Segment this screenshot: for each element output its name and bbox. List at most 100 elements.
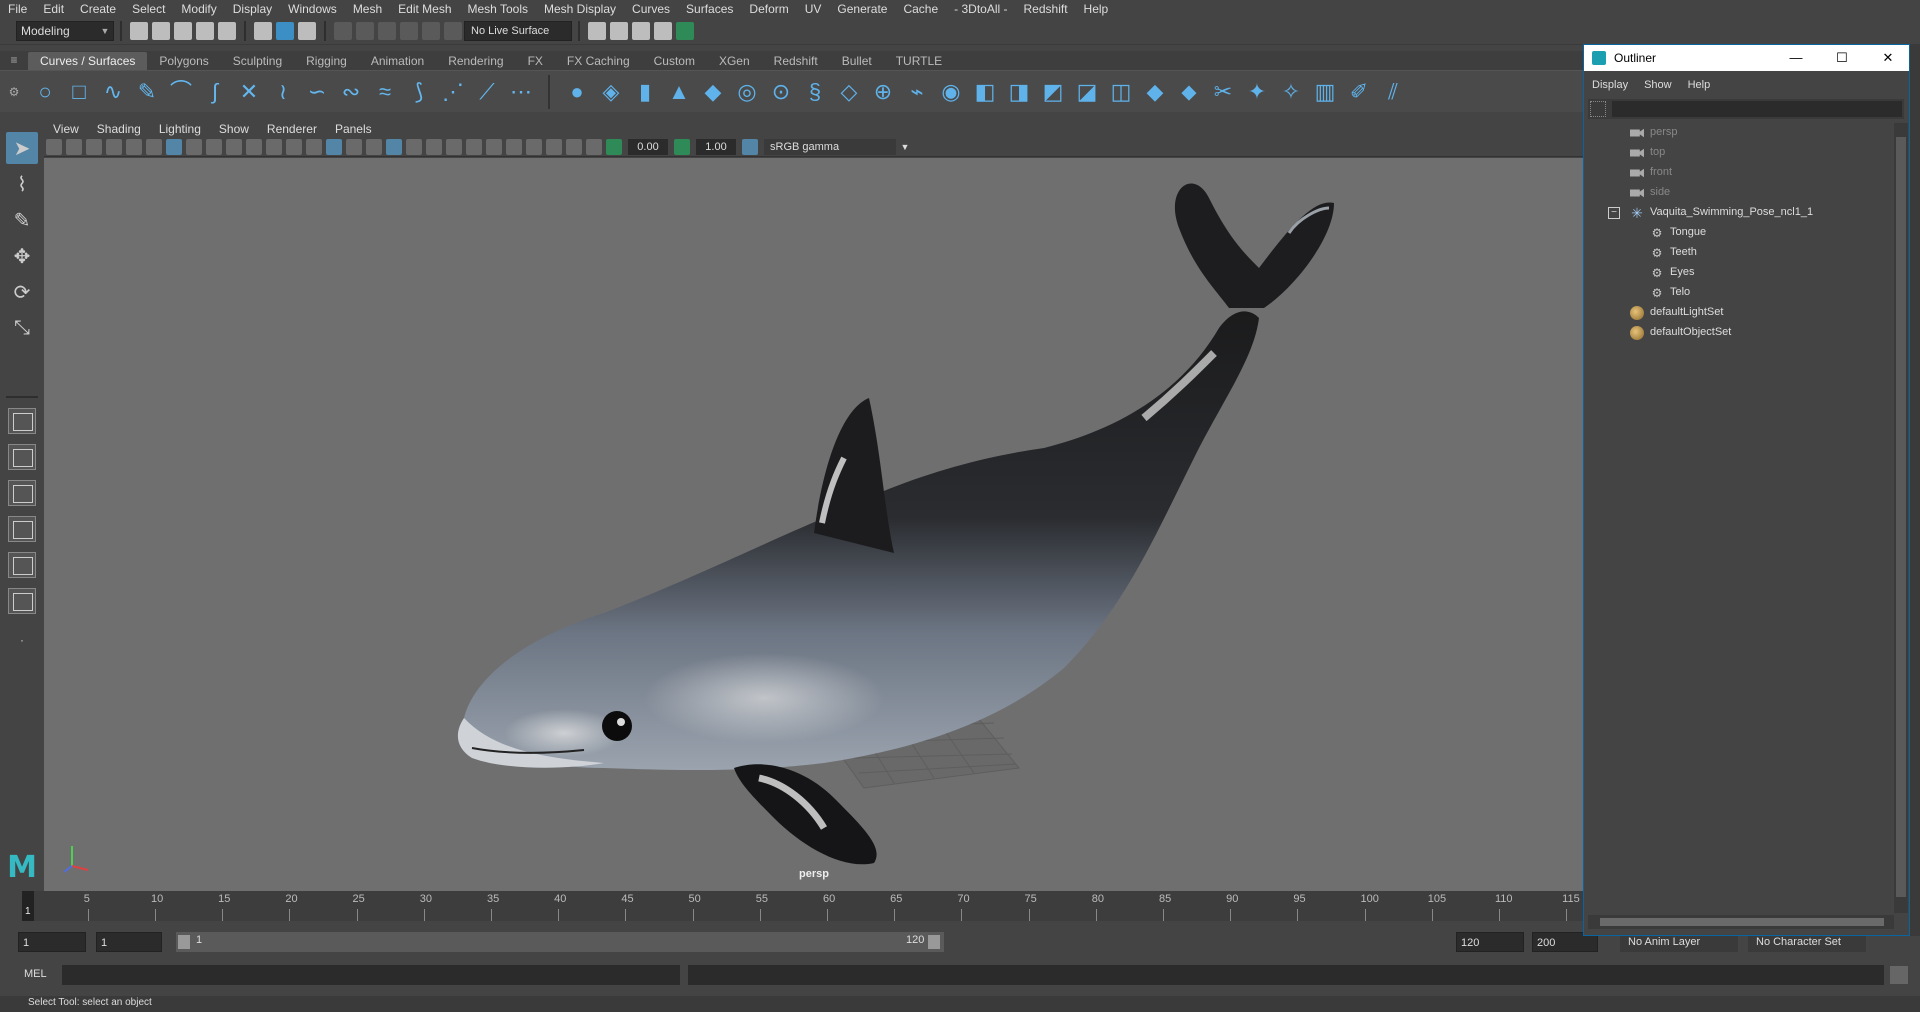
exposure-field[interactable]: 0.00 (628, 138, 668, 155)
scrollbar-thumb[interactable] (1600, 918, 1884, 926)
panel-menu-renderer[interactable]: Renderer (258, 122, 326, 136)
safe-title-icon[interactable] (286, 138, 302, 155)
menu-mesh[interactable]: Mesh (345, 2, 390, 16)
range-start-handle[interactable] (178, 935, 190, 949)
tab-redshift[interactable]: Redshift (762, 52, 830, 70)
tab-fx[interactable]: FX (516, 52, 555, 70)
attach-curves-icon[interactable]: ✕ (237, 79, 261, 104)
close-icon[interactable]: ✕ (1865, 45, 1911, 71)
grease-pencil-icon[interactable] (146, 138, 162, 155)
add-points-icon[interactable]: ⋰ (441, 79, 465, 104)
intersect-icon[interactable]: ◩ (1041, 79, 1065, 104)
time-slider[interactable]: 1 5 10 15 20 25 30 35 40 45 50 55 60 65 70 75 80 85 90 95 1… (22, 891, 1584, 921)
tab-rendering[interactable]: Rendering (436, 52, 515, 70)
perspective-viewport[interactable]: persp (44, 158, 1584, 891)
playback-start-field[interactable]: 1 (96, 932, 162, 952)
tab-turtle[interactable]: TURTLE (884, 52, 954, 70)
bevel-plus-icon[interactable]: ◉ (939, 79, 963, 104)
script-editor-icon[interactable] (1890, 966, 1908, 984)
single-perspective-layout-icon[interactable] (8, 408, 36, 434)
range-end-handle[interactable] (928, 935, 940, 949)
revolve-icon[interactable]: ⊙ (769, 79, 793, 104)
outliner-menu-display[interactable]: Display (1584, 79, 1636, 91)
filter-icon[interactable] (1590, 101, 1606, 117)
project-curve-icon[interactable]: ◪ (1075, 79, 1099, 104)
more-layouts-icon[interactable]: · (6, 624, 38, 656)
open-scene-icon[interactable] (152, 21, 170, 40)
menu-mesh-display[interactable]: Mesh Display (536, 2, 624, 16)
menu-select[interactable]: Select (124, 2, 173, 16)
menu-3dtoall[interactable]: - 3DtoAll - (946, 2, 1015, 16)
menu-display[interactable]: Display (225, 2, 280, 16)
extrude-icon[interactable]: ⊕ (871, 79, 895, 104)
field-chart-icon[interactable] (246, 138, 262, 155)
custom-layout-icon[interactable] (8, 588, 36, 614)
wireframe-icon[interactable] (306, 138, 322, 155)
select-component-icon[interactable] (298, 21, 316, 40)
snap-point-icon[interactable] (378, 21, 396, 40)
panel-menu-shading[interactable]: Shading (88, 122, 150, 136)
maximize-icon[interactable]: ☐ (1819, 45, 1865, 71)
shadows-icon[interactable] (426, 138, 442, 155)
attach-surfaces-icon[interactable]: ✦ (1245, 79, 1269, 104)
wireframe-on-shaded-icon[interactable] (366, 138, 382, 155)
insert-knot-icon[interactable]: ∽ (305, 79, 329, 104)
outliner-menu-show[interactable]: Show (1636, 79, 1680, 91)
bookmarks-icon[interactable] (86, 138, 102, 155)
gamma-field[interactable]: 1.00 (696, 138, 736, 155)
snap-view-plane-icon[interactable] (422, 21, 440, 40)
resolution-gate-icon[interactable] (206, 138, 222, 155)
tab-curves-surfaces[interactable]: Curves / Surfaces (28, 52, 148, 70)
camera-attributes-icon[interactable] (66, 138, 82, 155)
shelf-menu-icon[interactable]: ≡ (0, 51, 28, 70)
textured-icon[interactable] (386, 138, 402, 155)
menu-help[interactable]: Help (1076, 2, 1117, 16)
tab-sculpting[interactable]: Sculpting (221, 52, 294, 70)
tab-custom[interactable]: Custom (642, 52, 707, 70)
use-all-lights-icon[interactable] (406, 138, 422, 155)
paint-select-tool-icon[interactable]: ✎ (6, 204, 38, 236)
view-transform-dropdown[interactable]: sRGB gamma ▼ (764, 138, 914, 155)
panel-menu-lighting[interactable]: Lighting (150, 122, 210, 136)
script-language-label[interactable]: MEL (24, 968, 47, 980)
menu-cache[interactable]: Cache (895, 2, 946, 16)
snap-curve-icon[interactable] (356, 21, 374, 40)
open-close-surface-icon[interactable]: ▥ (1313, 79, 1337, 104)
outliner-item-camera[interactable]: front (1584, 163, 1894, 183)
render-settings-icon[interactable] (632, 21, 650, 40)
current-time-marker[interactable]: 1 (22, 891, 34, 921)
boundary-icon[interactable]: ◧ (973, 79, 997, 104)
detach-surfaces-icon[interactable]: ✧ (1279, 79, 1303, 104)
collapse-icon[interactable]: − (1608, 207, 1620, 219)
nurbs-square-icon[interactable]: □ (67, 79, 91, 104)
curve-editing-icon[interactable]: ⟋ (475, 79, 499, 104)
mode-select[interactable]: Modeling ▼ (16, 20, 114, 41)
ipr-render-icon[interactable] (610, 21, 628, 40)
depth-of-field-icon[interactable] (506, 138, 522, 155)
loft-icon[interactable]: § (803, 79, 827, 104)
xray-icon[interactable] (546, 138, 562, 155)
anti-aliasing-icon[interactable] (486, 138, 502, 155)
nurbs-cone-icon[interactable]: ▲ (667, 79, 691, 104)
film-gate-icon[interactable] (186, 138, 202, 155)
pencil-curve-icon[interactable]: ✎ (135, 79, 159, 104)
ep-curve-icon[interactable]: ∿ (101, 79, 125, 104)
bezier-curve-icon[interactable]: ∫ (203, 79, 227, 104)
gamma-toggle-icon[interactable] (674, 138, 690, 155)
screen-space-ao-icon[interactable] (446, 138, 462, 155)
outliner-item-camera[interactable]: side (1584, 183, 1894, 203)
image-plane-icon[interactable] (106, 138, 122, 155)
range-slider[interactable]: 1 120 (176, 932, 944, 952)
color-management-icon[interactable] (742, 138, 758, 155)
move-tool-icon[interactable]: ✥ (6, 240, 38, 272)
undo-icon[interactable] (196, 21, 214, 40)
four-view-layout-icon[interactable] (8, 444, 36, 470)
command-input[interactable] (62, 965, 680, 985)
nurbs-cube-icon[interactable]: ◈ (599, 79, 623, 104)
panel-menu-panels[interactable]: Panels (326, 122, 381, 136)
panel-menu-show[interactable]: Show (210, 122, 258, 136)
offset-curve-icon[interactable]: ≈ (373, 79, 397, 104)
playback-end-field[interactable]: 120 (1456, 932, 1524, 952)
xray-joints-icon[interactable] (566, 138, 582, 155)
menu-file[interactable]: File (0, 2, 35, 16)
